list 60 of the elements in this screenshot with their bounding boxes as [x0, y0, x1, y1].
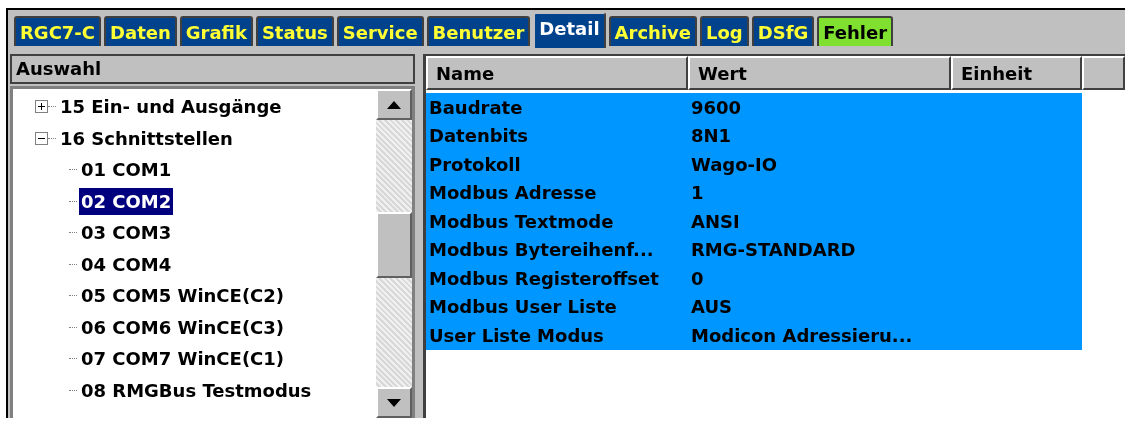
table-cell-text: Protokoll [428, 153, 522, 175]
table-row[interactable]: Modbus Bytereihenf... RMG-STANDARD [426, 235, 1082, 264]
table-cell-text: Modbus User Liste [428, 296, 618, 318]
tree-item[interactable]: 16 Schnittstellen [58, 124, 235, 152]
table-cell-text: 8N1 [690, 125, 732, 147]
tree-item[interactable]: 05 COM5 WinCE(C2) [79, 282, 287, 310]
tree-item[interactable]: 02 COM2 [79, 187, 174, 215]
table-cell-text: 9600 [690, 96, 742, 118]
tab[interactable]: RGC7-C [14, 16, 102, 46]
table-row[interactable]: Modbus Registeroffset 0 [426, 264, 1082, 293]
table-row[interactable]: Modbus User Liste AUS [426, 292, 1082, 321]
table-cell-text: 0 [690, 267, 704, 289]
table-cell-text: Modbus Textmode [428, 210, 615, 232]
scroll-down-button[interactable] [376, 387, 412, 418]
tab[interactable]: Log [700, 16, 749, 46]
table-cell-text: Modbus Adresse [428, 182, 598, 204]
tab[interactable]: Status [255, 16, 334, 46]
table-cell-text: 1 [690, 182, 704, 204]
table-cell-text: AUS [690, 296, 732, 318]
tree-item[interactable]: 03 COM3 [79, 219, 174, 247]
tree-item[interactable]: 04 COM4 [79, 250, 174, 278]
tree-item[interactable]: 07 COM7 WinCE(C1) [79, 345, 287, 373]
table-cell-text: Modbus Registeroffset [428, 267, 660, 289]
tab[interactable]: Grafik [179, 16, 253, 46]
tree-item[interactable]: 01 COM1 [79, 156, 174, 184]
table-cell-text: Modbus Bytereihenf... [428, 239, 655, 261]
scrollbar[interactable] [376, 89, 412, 418]
column-header[interactable]: Wert [688, 56, 951, 90]
table-cell-text: User Liste Modus [428, 324, 605, 346]
tab[interactable]: Archive [608, 16, 697, 46]
panel-header: Auswahl [10, 54, 415, 84]
table-cell-text: Wago-IO [690, 153, 778, 175]
scroll-up-button[interactable] [376, 89, 412, 120]
triangle-down-icon [387, 398, 401, 407]
table-cell-text: Modicon Adressieru... [690, 324, 913, 346]
tab[interactable]: Fehler [817, 16, 894, 46]
expander-icon[interactable] [35, 131, 48, 145]
table-row[interactable]: Modbus Adresse 1 [426, 178, 1082, 207]
table-cell-text: RMG-STANDARD [690, 239, 856, 261]
table-cell-text: Baudrate [428, 96, 524, 118]
tree-item[interactable]: 08 RMGBus Testmodus [79, 376, 314, 404]
tab[interactable]: DSfG [751, 16, 815, 46]
table-row[interactable]: Protokoll Wago-IO [426, 150, 1082, 179]
tab[interactable]: Detail [533, 12, 606, 48]
table-row[interactable]: Baudrate 9600 [426, 93, 1082, 122]
table-row[interactable]: Modbus Textmode ANSI [426, 207, 1082, 236]
table-cell-text: Datenbits [428, 125, 530, 147]
triangle-up-icon [387, 100, 401, 109]
table-row[interactable]: Datenbits 8N1 [426, 121, 1082, 150]
expander-icon[interactable] [35, 100, 48, 114]
tree-item[interactable]: 06 COM6 WinCE(C3) [79, 313, 287, 341]
table-cell-text: ANSI [690, 210, 740, 232]
tree-item[interactable]: 15 Ein- und Ausgänge [58, 93, 284, 121]
tab[interactable]: Daten [104, 16, 177, 46]
column-header[interactable]: Einheit [951, 56, 1082, 90]
table-row[interactable]: User Liste Modus Modicon Adressieru... [426, 321, 1082, 350]
tab[interactable]: Benutzer [426, 16, 531, 46]
column-header[interactable]: Name [426, 56, 688, 90]
scroll-thumb[interactable] [376, 212, 412, 278]
tab[interactable]: Service [336, 16, 424, 46]
